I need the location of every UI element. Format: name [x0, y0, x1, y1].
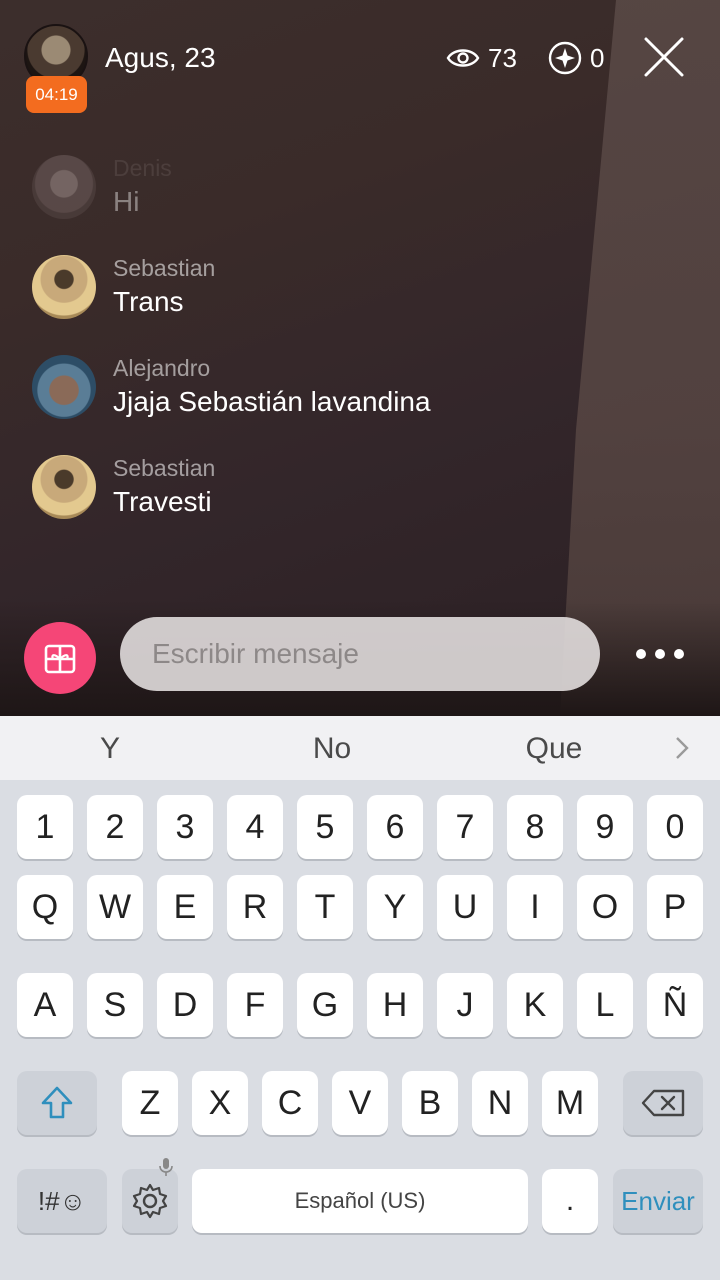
key-i[interactable]: I: [507, 875, 563, 939]
gift-button[interactable]: [24, 622, 96, 694]
key-n-tilde[interactable]: Ñ: [647, 973, 703, 1037]
chat-message: Alejandro Jjaja Sebastián lavandina: [32, 355, 431, 420]
key-2[interactable]: 2: [87, 795, 143, 859]
key-r[interactable]: R: [227, 875, 283, 939]
settings-key[interactable]: [122, 1158, 178, 1233]
avatar[interactable]: [32, 255, 96, 319]
viewers-counter: 73: [446, 40, 517, 76]
sparkle-icon: [548, 41, 582, 75]
key-t[interactable]: T: [297, 875, 353, 939]
key-u[interactable]: U: [437, 875, 493, 939]
close-button[interactable]: [640, 33, 688, 81]
more-dot: [636, 649, 646, 659]
key-b[interactable]: B: [402, 1071, 458, 1135]
key-4[interactable]: 4: [227, 795, 283, 859]
shift-arrow-icon: [41, 1086, 73, 1119]
backspace-key[interactable]: [623, 1071, 703, 1135]
key-q[interactable]: Q: [17, 875, 73, 939]
key-n[interactable]: N: [472, 1071, 528, 1135]
key-v[interactable]: V: [332, 1071, 388, 1135]
key-o[interactable]: O: [577, 875, 633, 939]
chat-author: Sebastian: [113, 255, 216, 281]
key-8[interactable]: 8: [507, 795, 563, 859]
suggestion-item[interactable]: Que: [474, 716, 634, 780]
key-w[interactable]: W: [87, 875, 143, 939]
avatar[interactable]: [32, 355, 96, 419]
more-options-button[interactable]: [636, 640, 684, 668]
send-key[interactable]: Enviar: [613, 1169, 703, 1233]
suggestion-bar: Y No Que: [0, 716, 720, 780]
key-6[interactable]: 6: [367, 795, 423, 859]
key-j[interactable]: J: [437, 973, 493, 1037]
chat-message: Denis Hi: [32, 155, 172, 220]
close-icon: [644, 37, 684, 77]
avatar[interactable]: [32, 455, 96, 519]
key-a[interactable]: A: [17, 973, 73, 1037]
shift-key[interactable]: [17, 1071, 97, 1135]
more-dot: [655, 649, 665, 659]
symbols-key[interactable]: !#☺: [17, 1169, 107, 1233]
key-y[interactable]: Y: [367, 875, 423, 939]
key-f[interactable]: F: [227, 973, 283, 1037]
chat-author: Denis: [113, 155, 172, 181]
host-name[interactable]: Agus, 23: [105, 40, 216, 76]
suggestion-item[interactable]: Y: [30, 716, 190, 780]
key-5[interactable]: 5: [297, 795, 353, 859]
key-1[interactable]: 1: [17, 795, 73, 859]
key-k[interactable]: K: [507, 973, 563, 1037]
chat-text: Hi: [113, 186, 140, 217]
stream-timer-badge: 04:19: [26, 76, 87, 113]
chevron-right-icon[interactable]: [668, 734, 696, 762]
keyboard: Y No Que 1 2 3 4 5 6 7 8 9 0 Q W E R T Y…: [0, 716, 720, 1280]
eye-icon: [446, 49, 480, 67]
more-dot: [674, 649, 684, 659]
key-z[interactable]: Z: [122, 1071, 178, 1135]
gift-icon: [44, 644, 76, 674]
key-s[interactable]: S: [87, 973, 143, 1037]
chat-text: Trans: [113, 286, 184, 317]
suggestion-item[interactable]: No: [252, 716, 412, 780]
key-g[interactable]: G: [297, 973, 353, 1037]
stars-counter: 0: [548, 40, 604, 76]
period-key[interactable]: .: [542, 1169, 598, 1233]
key-p[interactable]: P: [647, 875, 703, 939]
key-x[interactable]: X: [192, 1071, 248, 1135]
key-h[interactable]: H: [367, 973, 423, 1037]
viewers-count: 73: [488, 42, 517, 73]
chat-author: Sebastian: [113, 455, 216, 481]
key-9[interactable]: 9: [577, 795, 633, 859]
chat-text: Travesti: [113, 486, 212, 517]
key-0[interactable]: 0: [647, 795, 703, 859]
microphone-icon: [159, 1158, 173, 1176]
stars-count: 0: [590, 42, 605, 73]
avatar[interactable]: [32, 155, 96, 219]
key-7[interactable]: 7: [437, 795, 493, 859]
chat-message: Sebastian Trans: [32, 255, 215, 320]
key-c[interactable]: C: [262, 1071, 318, 1135]
chat-author: Alejandro: [113, 355, 211, 381]
key-3[interactable]: 3: [157, 795, 213, 859]
chat-message: Sebastian Travesti: [32, 455, 215, 520]
gear-icon: [132, 1183, 168, 1219]
space-key[interactable]: Español (US): [192, 1169, 528, 1233]
key-e[interactable]: E: [157, 875, 213, 939]
message-input[interactable]: [120, 617, 600, 691]
backspace-icon: [641, 1089, 685, 1117]
chat-text: Jjaja Sebastián lavandina: [113, 386, 431, 417]
key-m[interactable]: M: [542, 1071, 598, 1135]
key-d[interactable]: D: [157, 973, 213, 1037]
key-l[interactable]: L: [577, 973, 633, 1037]
